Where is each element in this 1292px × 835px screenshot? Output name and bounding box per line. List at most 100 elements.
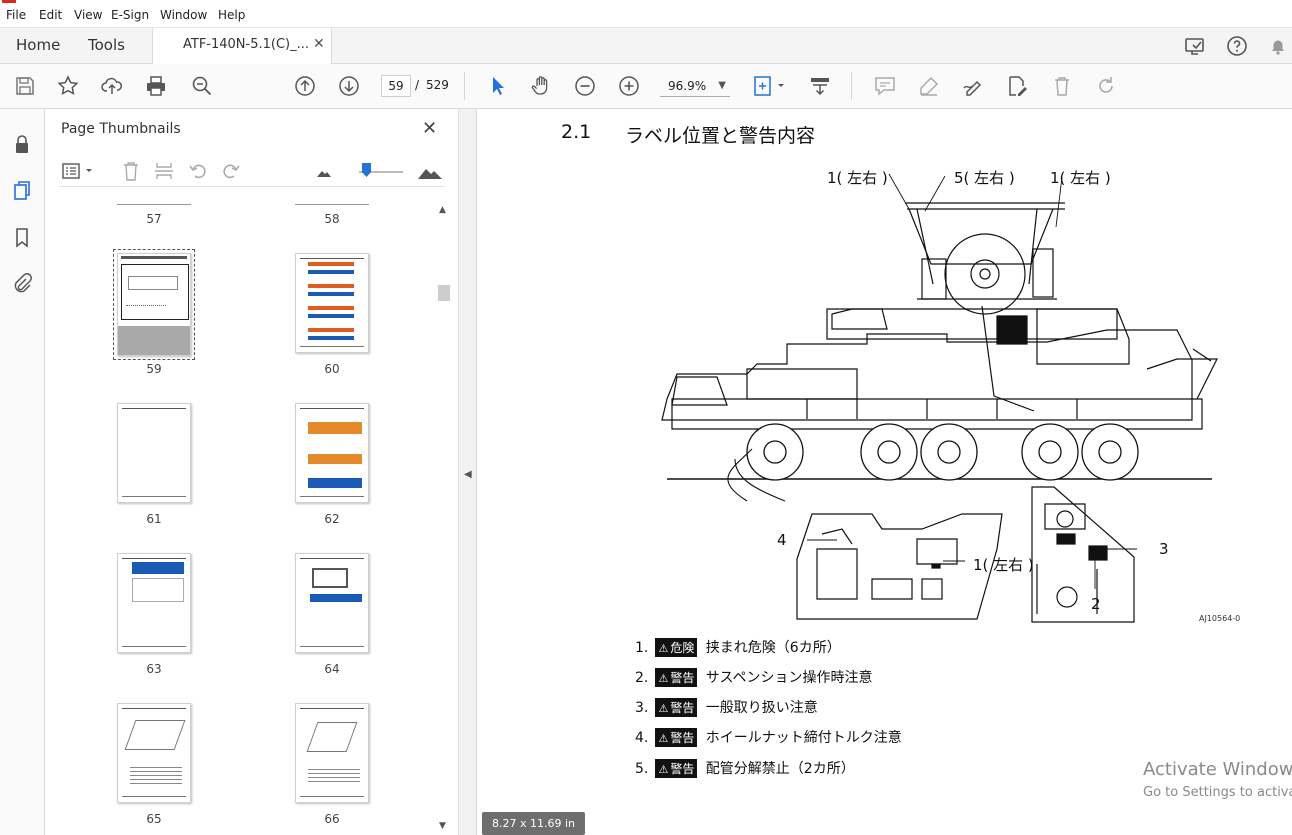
warning-badge: ⚠ 警告 <box>655 668 698 687</box>
tab-home[interactable]: Home <box>16 36 60 54</box>
label-list-item: 1. ⚠ 危険 挟まれ危険（6カ所） <box>635 638 841 657</box>
previous-page-icon[interactable] <box>293 74 317 98</box>
label-list-item: 5. ⚠ 警告 配管分解禁止（2カ所） <box>635 759 855 778</box>
tab-bar: Home Tools ATF-140N-5.1(C)_... ✕ <box>0 28 1292 64</box>
thumbnail-page-60[interactable] <box>295 253 369 353</box>
callout-label: 1( 左右 ) <box>827 169 888 187</box>
callout-label: 1( 左右 ) <box>1050 169 1111 187</box>
thumbnail-page-59[interactable] <box>113 249 195 360</box>
callout-label: 2 <box>1091 595 1101 613</box>
warning-badge: ⚠ 警告 <box>655 728 698 747</box>
menu-file[interactable]: File <box>6 8 26 22</box>
rotate-ccw-icon[interactable] <box>187 160 209 182</box>
help-icon[interactable] <box>1225 34 1249 58</box>
document-view[interactable]: 2.1 ラベル位置と警告内容 1(左右) 5(左右) 1(左右) 4… <box>477 109 1292 835</box>
label-list-item: 2. ⚠ 警告 サスペンション操作時注意 <box>635 668 873 687</box>
panel-splitter[interactable]: ◀ <box>459 109 477 835</box>
menu-bar: File Edit View E-Sign Window Help <box>0 0 1292 28</box>
thumbnail-scrollbar[interactable]: ▲ ▼ <box>437 205 451 835</box>
thumbnail-page-62[interactable] <box>295 403 369 503</box>
collapse-panel-icon[interactable]: ◀ <box>464 469 472 480</box>
rotate-cw-icon[interactable] <box>220 160 242 182</box>
thumbnail-page-61[interactable] <box>117 403 191 503</box>
print-icon[interactable] <box>144 74 168 98</box>
notification-bell-icon[interactable] <box>1266 34 1290 58</box>
bookmark-star-icon[interactable] <box>56 74 80 98</box>
zoom-in-icon[interactable] <box>617 74 641 98</box>
save-icon[interactable] <box>13 74 37 98</box>
highlight-pen-icon[interactable] <box>917 74 941 98</box>
select-cursor-icon[interactable] <box>486 74 510 98</box>
warning-triangle-icon: ⚠ <box>658 732 669 745</box>
thumbnail-page-65[interactable] <box>117 703 191 803</box>
scroll-down-icon[interactable]: ▼ <box>439 821 446 831</box>
lock-icon[interactable] <box>11 133 33 155</box>
thumbnail-label: 59 <box>146 362 162 376</box>
page-thumbnails-icon[interactable] <box>11 179 33 201</box>
chevron-down-icon: ▼ <box>718 80 726 91</box>
upload-cloud-icon[interactable] <box>100 74 124 98</box>
thumbnail-options-icon[interactable] <box>61 160 95 182</box>
page-number-input[interactable]: 59 <box>381 75 411 97</box>
warning-badge: ⚠ 警告 <box>655 759 698 778</box>
extract-pages-icon[interactable] <box>153 160 175 182</box>
thumbnail-toolbar <box>59 157 445 187</box>
share-screen-icon[interactable] <box>1183 34 1207 58</box>
menu-edit[interactable]: Edit <box>39 8 62 22</box>
scroll-up-icon[interactable]: ▲ <box>439 205 446 215</box>
menu-help[interactable]: Help <box>218 8 245 22</box>
thumbnail-page-63[interactable] <box>117 553 191 653</box>
zoom-level-select[interactable]: 96.9% ▼ <box>660 75 730 97</box>
delete-icon[interactable] <box>1050 74 1074 98</box>
attachments-icon[interactable] <box>11 272 33 294</box>
thumbnail-label: 64 <box>324 662 340 676</box>
thumbnail-page-66[interactable] <box>295 703 369 803</box>
zoom-level-value: 96.9% <box>668 79 707 93</box>
thumbnail-page-64[interactable] <box>295 553 369 653</box>
menu-esign[interactable]: E-Sign <box>111 8 149 22</box>
scroll-mode-icon[interactable] <box>808 74 832 98</box>
danger-badge: ⚠ 危険 <box>655 638 698 657</box>
comment-icon[interactable] <box>873 74 897 98</box>
figure-code: AJ10564-0 <box>1199 614 1241 623</box>
slider-handle[interactable] <box>362 163 371 177</box>
redo-icon[interactable] <box>1094 74 1118 98</box>
label-list-item: 3. ⚠ 警告 一般取り扱い注意 <box>635 698 818 717</box>
callout-label: 5( 左右 ) <box>954 169 1015 187</box>
thumbnail-label: 65 <box>146 812 162 826</box>
callout-label: 3 <box>1159 540 1169 558</box>
thumbnail-label: 62 <box>324 512 340 526</box>
draw-sign-icon[interactable] <box>961 74 985 98</box>
thumbnail-label: 63 <box>146 662 162 676</box>
toolbar-divider <box>851 72 852 100</box>
thumbnail-label: 57 <box>146 212 162 226</box>
bookmarks-icon[interactable] <box>11 226 33 248</box>
edit-document-icon[interactable] <box>1005 74 1029 98</box>
tab-document[interactable]: ATF-140N-5.1(C)_... ✕ <box>152 28 332 64</box>
label-list-item: 4. ⚠ 警告 ホイールナット締付トルク注意 <box>635 728 902 747</box>
thumbnail-page-57-edge[interactable] <box>117 203 191 205</box>
menu-view[interactable]: View <box>74 8 102 22</box>
warning-badge: ⚠ 警告 <box>655 698 698 717</box>
thumbnails-panel: Page Thumbnails ✕ 57 58 59 60 61 62 63 6… <box>45 109 459 835</box>
panel-title: Page Thumbnails <box>61 121 181 137</box>
scrollbar-thumb[interactable] <box>438 285 450 301</box>
fit-page-icon[interactable] <box>752 74 788 98</box>
menu-window[interactable]: Window <box>160 8 207 22</box>
warning-triangle-icon: ⚠ <box>658 763 669 776</box>
hand-tool-icon[interactable] <box>529 74 553 98</box>
delete-pages-icon[interactable] <box>120 160 142 182</box>
toolbar-divider <box>464 72 465 100</box>
next-page-icon[interactable] <box>337 74 361 98</box>
zoom-out-icon[interactable] <box>573 74 597 98</box>
activation-watermark-title: Activate Windows <box>1143 759 1292 780</box>
find-zoom-icon[interactable] <box>190 74 214 98</box>
panel-close-icon[interactable]: ✕ <box>422 118 437 139</box>
tab-tools[interactable]: Tools <box>88 36 125 54</box>
thumbnail-page-58-edge[interactable] <box>295 203 369 205</box>
thumbnail-small-icon[interactable] <box>313 160 335 182</box>
tab-close-icon[interactable]: ✕ <box>313 36 325 52</box>
callout-label: 4 <box>777 531 787 549</box>
warning-triangle-icon: ⚠ <box>658 702 669 715</box>
thumbnail-large-icon[interactable] <box>417 160 443 182</box>
